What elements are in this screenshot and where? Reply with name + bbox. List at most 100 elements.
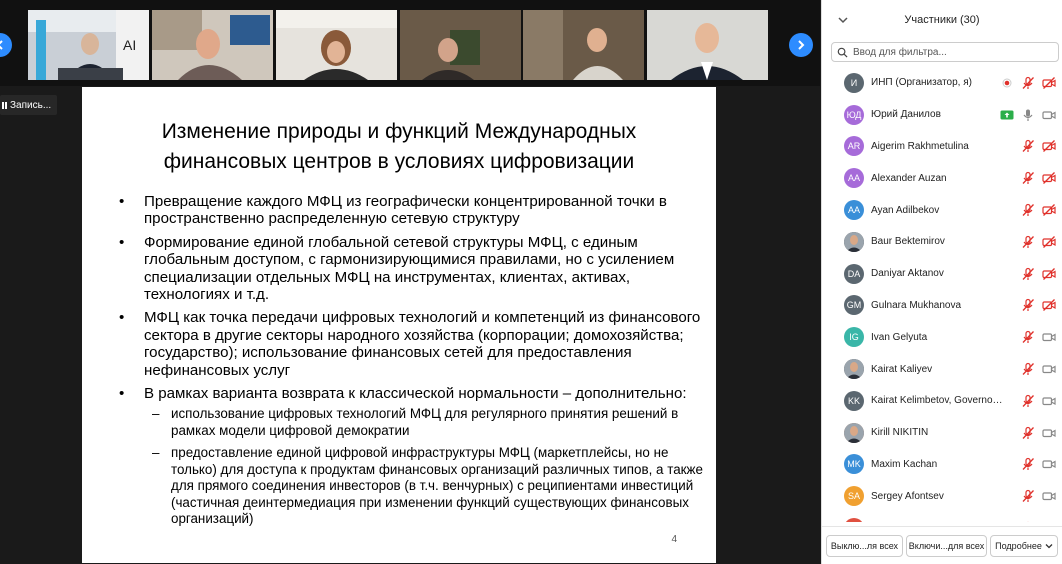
video-icon[interactable] [1042,489,1056,503]
shared-slide: Изменение природы и функций Международны… [82,87,716,563]
chevron-right-icon [798,40,805,50]
participant-name: Kairat Kelimbetov, Governor... [871,395,1003,407]
video-off-icon[interactable] [1042,235,1056,249]
mic-muted-icon[interactable] [1021,203,1035,217]
filter-input[interactable] [853,46,1053,58]
participant-name: Kairat Kaliyev [871,363,933,375]
next-page-button[interactable] [789,33,813,57]
zoom-meeting-window: AI Запись... Изменение природы и функций… [0,0,1062,564]
video-icon[interactable] [1042,362,1056,376]
avatar-initials: SA [847,491,860,502]
avatar: AA [844,168,864,189]
participant-row[interactable]: MK Maxim Kachan [822,449,1062,481]
avatar-initials: ЮД [846,109,862,120]
video-icon[interactable] [1042,330,1056,344]
video-thumbnail[interactable] [152,10,273,80]
mic-muted-icon[interactable] [1021,298,1035,312]
avatar [844,518,864,522]
video-icon[interactable] [1042,108,1056,122]
video-off-icon[interactable] [1042,171,1056,185]
participant-row[interactable]: AA Ayan Adilbekov [822,194,1062,226]
mic-muted-icon[interactable] [1021,489,1035,503]
participant-status-icons [1021,394,1056,408]
mic-muted-icon[interactable] [1021,521,1035,522]
avatar: AA [844,200,864,221]
video-off-icon[interactable] [1042,76,1056,90]
slide-bullet: В рамках варианта возврата к классическо… [116,385,708,528]
slide-title: Изменение природы и функций Международны… [102,117,696,177]
mic-muted-icon[interactable] [1021,139,1035,153]
participant-status-icons [1021,362,1056,376]
previous-page-button[interactable] [0,33,12,57]
chevron-down-icon[interactable] [836,13,850,27]
participant-row[interactable]: Baur Bektemirov [822,226,1062,258]
pause-icon [2,101,7,109]
mic-muted-icon[interactable] [1021,457,1035,471]
participant-row[interactable]: AR Aigerim Rakhmetulina [822,131,1062,163]
avatar [844,422,864,443]
participant-row[interactable]: Kirill NIKITIN [822,417,1062,449]
avatar-initials: AR [847,141,861,152]
participant-name: Gulnara Mukhanova [871,299,962,311]
mic-muted-icon[interactable] [1021,330,1035,344]
chevron-down-icon [1045,543,1053,548]
mic-muted-icon[interactable] [1021,76,1035,90]
video-thumbnail[interactable] [523,10,644,80]
participant-status-icons [1021,521,1056,522]
slide-title-line: финансовых центров в условиях цифровизац… [163,150,635,173]
participant-name: Daniyar Aktanov [871,268,944,280]
slide-bullet-list: Превращение каждого МФЦ из географически… [116,193,708,534]
video-off-icon[interactable] [1042,267,1056,281]
video-off-icon[interactable] [1042,139,1056,153]
participant-row[interactable]: AA Alexander Auzan [822,162,1062,194]
participant-status-icons [1021,139,1056,153]
mic-icon[interactable] [1021,108,1035,122]
video-gallery-strip: AI [0,0,820,86]
mic-muted-icon[interactable] [1021,235,1035,249]
participant-row[interactable]: И ИНП (Организатор, я) [822,67,1062,99]
video-thumbnail[interactable] [400,10,521,80]
participant-name: Aigerim Rakhmetulina [871,140,969,152]
mic-muted-icon[interactable] [1021,394,1035,408]
video-icon[interactable] [1042,457,1056,471]
participant-row[interactable]: Kairat Kaliyev [822,353,1062,385]
mic-muted-icon[interactable] [1021,426,1035,440]
chevron-left-icon [0,40,3,50]
slide-bullet: МФЦ как точка передачи цифровых технолог… [116,309,708,379]
participant-status-icons [1021,426,1056,440]
participant-row[interactable]: SA Sergey Afontsev [822,480,1062,512]
participant-name: Kirill NIKITIN [871,427,929,439]
participant-name: Юрий Данилов [871,109,941,121]
participant-status-icons [1021,203,1056,217]
mic-muted-icon[interactable] [1021,362,1035,376]
avatar-initials: И [850,77,858,88]
participant-row[interactable]: GM Gulnara Mukhanova [822,290,1062,322]
video-thumbnail[interactable] [647,10,768,80]
recording-indicator[interactable]: Запись... [0,95,57,115]
mic-muted-icon[interactable] [1021,267,1035,281]
video-off-icon[interactable] [1042,521,1056,522]
video-thumbnail[interactable] [276,10,397,80]
participant-row[interactable]: DA Daniyar Aktanov [822,258,1062,290]
video-icon[interactable] [1042,426,1056,440]
avatar-initials: MK [847,459,861,470]
mute-all-button[interactable]: Выклю...ля всех [826,534,903,557]
filter-field[interactable] [831,42,1059,62]
video-thumbnail[interactable]: AI [28,10,149,80]
participant-row[interactable]: ЮД Юрий Данилов [822,99,1062,131]
more-button[interactable]: Подробнее [990,534,1058,557]
avatar: MK [844,454,864,475]
video-icon[interactable] [1042,394,1056,408]
avatar [844,359,864,380]
slide-title-line: Изменение природы и функций Международны… [161,120,637,143]
mic-muted-icon[interactable] [1021,171,1035,185]
video-off-icon[interactable] [1042,203,1056,217]
participants-panel: Участники (30) И ИНП (Организатор, я) ЮД Юр… [821,0,1062,564]
participant-row[interactable] [822,512,1062,522]
participant-row[interactable]: IG Ivan Gelyuta [822,321,1062,353]
avatar-initials: AA [847,173,860,184]
avatar: IG [844,327,864,348]
participant-row[interactable]: KK Kairat Kelimbetov, Governor... [822,385,1062,417]
unmute-all-button[interactable]: Включи...для всех [906,534,987,557]
video-off-icon[interactable] [1042,298,1056,312]
